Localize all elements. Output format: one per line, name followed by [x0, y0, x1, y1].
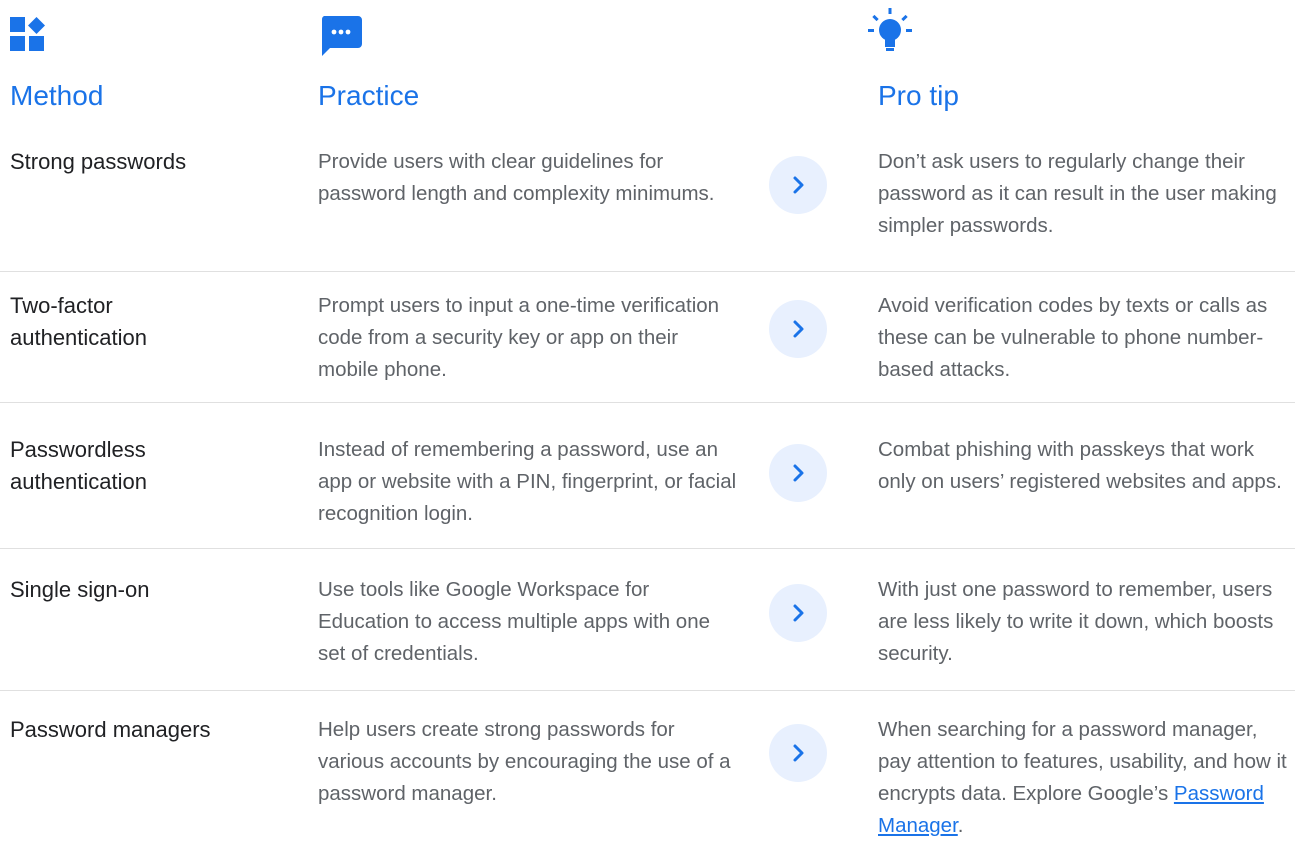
- row-divider: [0, 402, 1295, 403]
- pro-tip-text: Don’t ask users to regularly change thei…: [878, 150, 1277, 237]
- method-name: Passwordless authentication: [10, 437, 147, 494]
- row-divider: [0, 690, 1295, 691]
- table-row: Strong passwords Provide users with clea…: [0, 146, 1295, 283]
- pro-tip-text: Combat phishing with passkeys that work …: [878, 438, 1282, 493]
- pro-tip-header: Pro tip: [878, 80, 959, 111]
- chevron-right-button[interactable]: [769, 724, 827, 782]
- chevron-right-button[interactable]: [769, 444, 827, 502]
- practice-text: Provide users with clear guidelines for …: [318, 150, 715, 205]
- practice-text: Help users create strong passwords for v…: [318, 718, 731, 805]
- table-row: Passwordless authentication Instead of r…: [0, 434, 1295, 571]
- method-name: Two-factor authentication: [10, 293, 147, 350]
- chat-bubble-icon: [318, 14, 364, 63]
- pro-tip-end: .: [957, 814, 964, 837]
- method-name: Single sign-on: [10, 577, 150, 602]
- row-divider: [0, 271, 1295, 272]
- practice-text: Prompt users to input a one-time verific…: [318, 294, 720, 381]
- chevron-right-button[interactable]: [769, 156, 827, 214]
- method-name: Password managers: [10, 717, 211, 742]
- chevron-right-icon: [793, 604, 804, 622]
- chevron-right-icon: [793, 744, 804, 762]
- chevron-right-icon: [793, 176, 804, 194]
- table-row: Password managers Help users create stro…: [0, 714, 1295, 851]
- table-row: Two-factor authentication Prompt users t…: [0, 290, 1295, 427]
- chevron-right-button[interactable]: [769, 584, 827, 642]
- method-header: Method: [10, 80, 104, 111]
- row-divider: [0, 548, 1295, 549]
- practice-text: Use tools like Google Workspace for Educ…: [318, 578, 711, 665]
- practice-text: Instead of remembering a password, use a…: [318, 438, 737, 525]
- pro-tip-text: When searching for a password manager, p…: [878, 714, 1288, 842]
- lightbulb-icon: [868, 6, 912, 61]
- chevron-right-icon: [793, 464, 804, 482]
- chevron-right-icon: [793, 320, 804, 338]
- method-name: Strong passwords: [10, 149, 187, 174]
- practice-header: Practice: [318, 80, 420, 111]
- chevron-right-button[interactable]: [769, 300, 827, 358]
- shapes-icon: [10, 17, 46, 58]
- pro-tip-text: With just one password to remember, user…: [878, 578, 1274, 665]
- pro-tip-text: Avoid verification codes by texts or cal…: [878, 294, 1268, 381]
